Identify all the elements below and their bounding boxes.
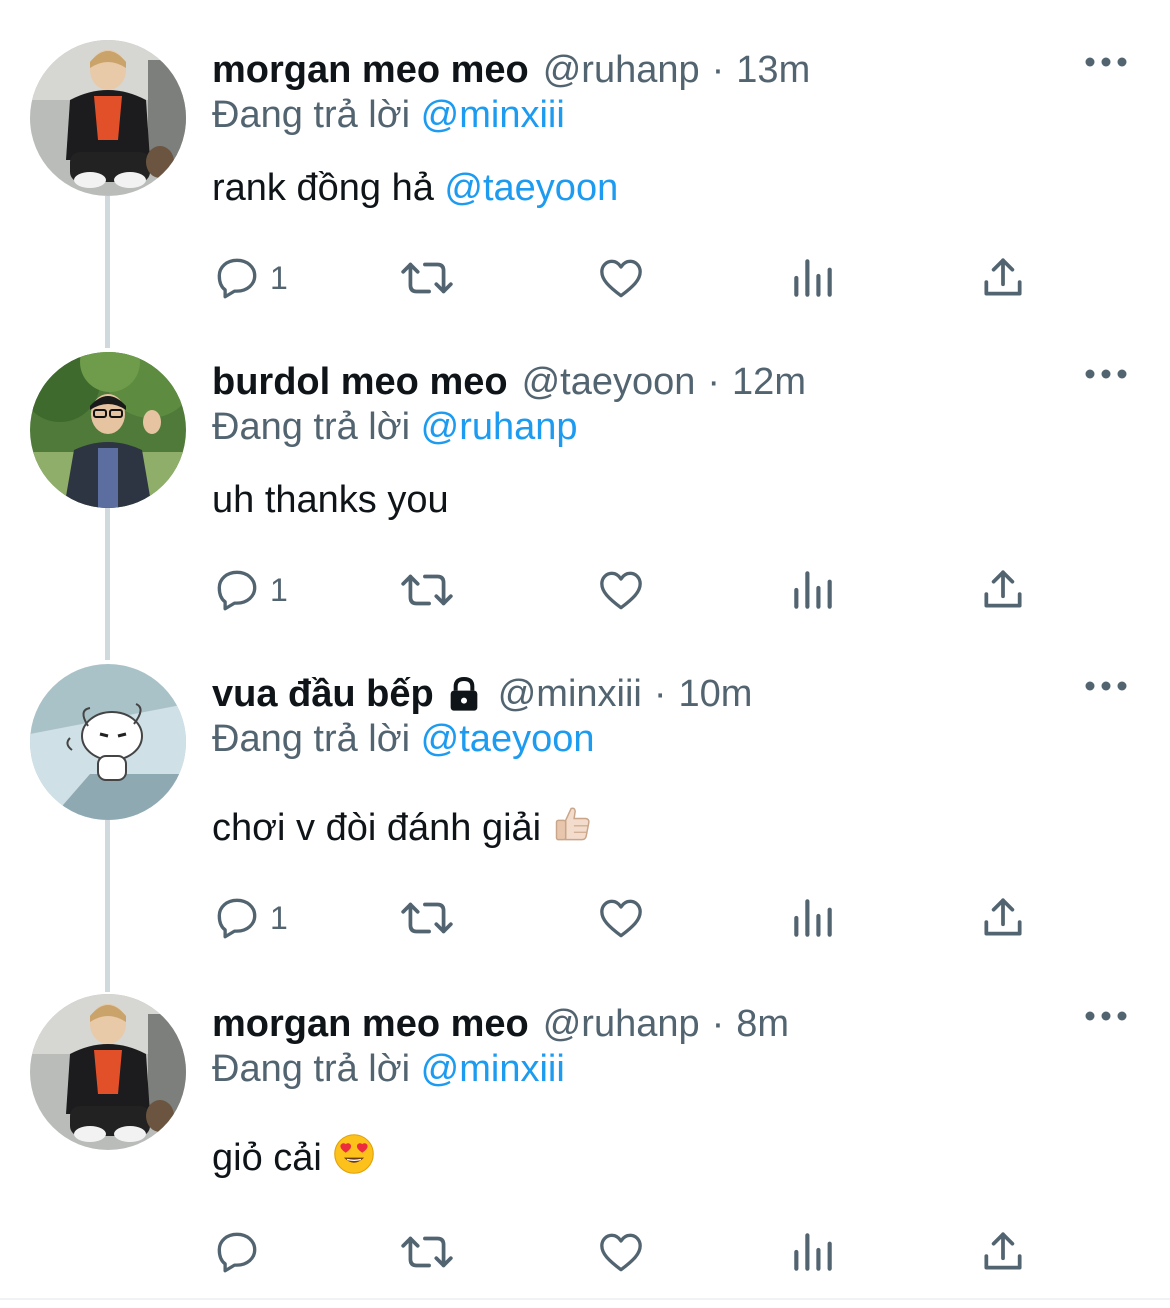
analytics-icon bbox=[794, 571, 832, 609]
avatar-photo bbox=[30, 40, 186, 196]
share-icon bbox=[984, 1232, 1022, 1270]
tweet[interactable]: morgan meo meo @ruhanp · 8m Đang trả lời… bbox=[0, 994, 1170, 1284]
replying-to-mention[interactable]: @ruhanp bbox=[421, 406, 578, 448]
avatar[interactable] bbox=[30, 40, 186, 196]
reply-icon bbox=[217, 570, 257, 611]
like-button[interactable] bbox=[596, 890, 646, 946]
tweet-text-content: chơi v đòi đánh giải bbox=[212, 807, 542, 849]
timestamp[interactable]: 12m bbox=[732, 352, 806, 412]
tweet-text: uh thanks you bbox=[212, 472, 449, 528]
share-icon bbox=[984, 258, 1022, 296]
avatar-photo bbox=[30, 352, 186, 508]
like-button[interactable] bbox=[596, 562, 646, 618]
heart-icon bbox=[600, 1233, 642, 1272]
analytics-icon bbox=[794, 899, 832, 937]
reply-icon bbox=[217, 898, 257, 939]
reply-count: 1 bbox=[270, 571, 288, 608]
tweet-actions: 1 bbox=[212, 250, 1072, 306]
reply-count: 1 bbox=[270, 259, 288, 296]
replying-to-label: Đang trả lời bbox=[212, 718, 411, 760]
avatar[interactable] bbox=[30, 664, 186, 820]
retweet-button[interactable] bbox=[398, 1224, 456, 1280]
timestamp[interactable]: 10m bbox=[679, 664, 753, 724]
heart-eyes-emoji bbox=[334, 1134, 374, 1174]
tweet-text-content: rank đồng hả bbox=[212, 167, 445, 209]
replying-to-label: Đang trả lời bbox=[212, 94, 411, 136]
timestamp[interactable]: 13m bbox=[736, 40, 810, 100]
share-button[interactable] bbox=[978, 250, 1028, 306]
avatar[interactable] bbox=[30, 352, 186, 508]
share-button[interactable] bbox=[978, 1224, 1028, 1280]
avatar-photo bbox=[30, 994, 186, 1150]
analytics-icon bbox=[794, 259, 832, 297]
replying-to: Đang trả lời @ruhanp bbox=[212, 402, 578, 452]
replying-to: Đang trả lời @taeyoon bbox=[212, 714, 594, 764]
separator-dot: · bbox=[707, 361, 721, 403]
share-button[interactable] bbox=[978, 890, 1028, 946]
tweet[interactable]: vua đầu bếp @minxiii · 10m Đang trả lời … bbox=[0, 664, 1170, 964]
retweet-button[interactable] bbox=[398, 562, 456, 618]
share-icon bbox=[984, 570, 1022, 608]
thumbs-up-emoji bbox=[555, 807, 590, 841]
tweet[interactable]: morgan meo meo @ruhanp · 13m Đang trả lờ… bbox=[0, 40, 1170, 320]
lock-icon bbox=[450, 676, 478, 711]
reply-count: 1 bbox=[270, 899, 288, 936]
analytics-button[interactable] bbox=[788, 562, 838, 618]
reply-button[interactable]: 1 bbox=[212, 890, 288, 946]
replying-to: Đang trả lời @minxiii bbox=[212, 90, 565, 140]
tweet-actions bbox=[212, 1224, 1072, 1280]
retweet-button[interactable] bbox=[398, 250, 456, 306]
tweet[interactable]: burdol meo meo @taeyoon · 12m Đang trả l… bbox=[0, 352, 1170, 632]
like-button[interactable] bbox=[596, 250, 646, 306]
reply-button[interactable]: 1 bbox=[212, 250, 288, 306]
reply-button[interactable]: 1 bbox=[212, 562, 288, 618]
separator-dot: · bbox=[653, 673, 667, 715]
replying-to-mention[interactable]: @taeyoon bbox=[421, 718, 595, 760]
tweet-actions: 1 bbox=[212, 890, 1072, 946]
reply-button[interactable] bbox=[212, 1224, 270, 1280]
tweet-text-content: giỏ cải bbox=[212, 1137, 322, 1179]
reply-thread: morgan meo meo @ruhanp · 13m Đang trả lờ… bbox=[0, 0, 1170, 1308]
analytics-button[interactable] bbox=[788, 250, 838, 306]
tweet-mention[interactable]: @taeyoon bbox=[444, 167, 618, 209]
more-options-icon[interactable] bbox=[1084, 676, 1128, 696]
avatar[interactable] bbox=[30, 994, 186, 1150]
separator-dot: · bbox=[711, 49, 725, 91]
more-options-icon[interactable] bbox=[1084, 1006, 1128, 1026]
replying-to: Đang trả lời @minxiii bbox=[212, 1044, 565, 1094]
heart-icon bbox=[600, 899, 642, 938]
heart-icon bbox=[600, 259, 642, 298]
replying-to-label: Đang trả lời bbox=[212, 1048, 411, 1090]
retweet-button[interactable] bbox=[398, 890, 456, 946]
like-button[interactable] bbox=[596, 1224, 646, 1280]
reply-icon bbox=[217, 258, 257, 299]
retweet-icon bbox=[401, 902, 453, 934]
tweet-actions: 1 bbox=[212, 562, 1072, 618]
replying-to-label: Đang trả lời bbox=[212, 406, 411, 448]
timestamp[interactable]: 8m bbox=[736, 994, 789, 1054]
retweet-icon bbox=[401, 574, 453, 606]
tweet-text-content: uh thanks you bbox=[212, 479, 449, 521]
separator-dot: · bbox=[711, 1003, 725, 1045]
share-button[interactable] bbox=[978, 562, 1028, 618]
more-options-icon[interactable] bbox=[1084, 52, 1128, 72]
replying-to-mention[interactable]: @minxiii bbox=[421, 94, 565, 136]
retweet-icon bbox=[401, 262, 453, 294]
avatar-photo bbox=[30, 664, 186, 820]
share-icon bbox=[984, 898, 1022, 936]
analytics-button[interactable] bbox=[788, 1224, 838, 1280]
user-handle[interactable]: @ruhanp bbox=[543, 994, 700, 1054]
tweet-text: rank đồng hả @taeyoon bbox=[212, 160, 618, 216]
more-options-icon[interactable] bbox=[1084, 364, 1128, 384]
retweet-icon bbox=[401, 1236, 453, 1268]
heart-icon bbox=[600, 571, 642, 610]
tweet-text: giỏ cải bbox=[212, 1130, 376, 1186]
tweet-text: chơi v đòi đánh giải bbox=[212, 800, 595, 856]
analytics-button[interactable] bbox=[788, 890, 838, 946]
reply-icon bbox=[217, 1232, 257, 1273]
user-handle[interactable]: @ruhanp bbox=[543, 40, 700, 100]
divider bbox=[0, 1298, 1170, 1300]
analytics-icon bbox=[794, 1233, 832, 1271]
replying-to-mention[interactable]: @minxiii bbox=[421, 1048, 565, 1090]
